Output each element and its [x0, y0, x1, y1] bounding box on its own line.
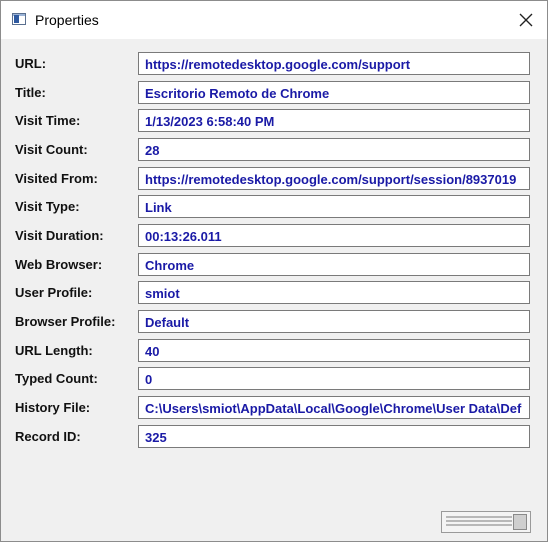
field-value: https://remotedesktop.google.com/support… [145, 172, 517, 187]
field-row-visit-count: Visit Count: 28 [7, 138, 541, 162]
properties-window-icon [12, 13, 26, 25]
field-label: Browser Profile: [15, 314, 116, 329]
field-value: C:\Users\smiot\AppData\Local\Google\Chro… [145, 401, 522, 416]
field-row-visited-from: Visited From: https://remotedesktop.goog… [7, 167, 541, 191]
field-row-history-file: History File: C:\Users\smiot\AppData\Loc… [7, 396, 541, 420]
field-row-url-length: URL Length: 40 [7, 339, 541, 363]
field-label: Title: [15, 85, 46, 100]
field-value: smiot [145, 286, 180, 301]
field-label: History File: [15, 400, 91, 415]
field-row-user-profile: User Profile: smiot [7, 281, 541, 305]
window-title: Properties [35, 12, 99, 28]
visited-from-field[interactable]: https://remotedesktop.google.com/support… [138, 167, 530, 190]
grip-lines [446, 516, 512, 528]
field-label: User Profile: [15, 285, 93, 300]
grip-thumb[interactable] [513, 514, 527, 530]
field-label: Visit Type: [15, 199, 80, 214]
field-value: 00:13:26.011 [145, 229, 222, 244]
field-label: Visit Duration: [15, 228, 104, 243]
field-label: Visited From: [15, 171, 98, 186]
typed-count-field[interactable]: 0 [138, 367, 530, 390]
field-value: 28 [145, 143, 160, 158]
properties-panel: URL: https://remotedesktop.google.com/su… [7, 41, 541, 537]
close-button[interactable] [511, 5, 541, 35]
field-row-visit-duration: Visit Duration: 00:13:26.011 [7, 224, 541, 248]
field-value: 0 [145, 372, 153, 387]
visit-type-field[interactable]: Link [138, 195, 530, 218]
field-value: Link [145, 200, 172, 215]
field-value: Escritorio Remoto de Chrome [145, 86, 330, 101]
title-field[interactable]: Escritorio Remoto de Chrome [138, 81, 530, 104]
field-row-visit-time: Visit Time: 1/13/2023 6:58:40 PM [7, 109, 541, 133]
field-value: 1/13/2023 6:58:40 PM [145, 114, 275, 129]
title-bar[interactable]: Properties [1, 1, 547, 39]
field-label: Web Browser: [15, 257, 103, 272]
field-value: 40 [145, 344, 160, 359]
field-row-browser-profile: Browser Profile: Default [7, 310, 541, 334]
browser-profile-field[interactable]: Default [138, 310, 530, 333]
url-field[interactable]: https://remotedesktop.google.com/support [138, 52, 530, 75]
field-row-typed-count: Typed Count: 0 [7, 367, 541, 391]
field-value: https://remotedesktop.google.com/support [145, 57, 411, 72]
resize-grip[interactable] [441, 511, 531, 533]
record-id-field[interactable]: 325 [138, 425, 530, 448]
visit-count-field[interactable]: 28 [138, 138, 530, 161]
url-length-field[interactable]: 40 [138, 339, 530, 362]
field-label: Visit Count: [15, 142, 88, 157]
field-value: Default [145, 315, 190, 330]
field-row-url: URL: https://remotedesktop.google.com/su… [7, 52, 541, 76]
field-row-title: Title: Escritorio Remoto de Chrome [7, 81, 541, 105]
field-label: Typed Count: [15, 371, 98, 386]
visit-duration-field[interactable]: 00:13:26.011 [138, 224, 530, 247]
field-value: Chrome [145, 258, 195, 273]
user-profile-field[interactable]: smiot [138, 281, 530, 304]
field-label: URL Length: [15, 343, 93, 358]
web-browser-field[interactable]: Chrome [138, 253, 530, 276]
field-row-web-browser: Web Browser: Chrome [7, 253, 541, 277]
field-row-record-id: Record ID: 325 [7, 425, 541, 449]
field-label: URL: [15, 56, 47, 71]
properties-window: Properties URL: https://remotedesktop.go… [0, 0, 548, 542]
history-file-field[interactable]: C:\Users\smiot\AppData\Local\Google\Chro… [138, 396, 530, 419]
close-icon [519, 13, 533, 27]
visit-time-field[interactable]: 1/13/2023 6:58:40 PM [138, 109, 530, 132]
field-label: Visit Time: [15, 113, 81, 128]
field-value: 325 [145, 430, 167, 445]
field-label: Record ID: [15, 429, 81, 444]
field-row-visit-type: Visit Type: Link [7, 195, 541, 219]
